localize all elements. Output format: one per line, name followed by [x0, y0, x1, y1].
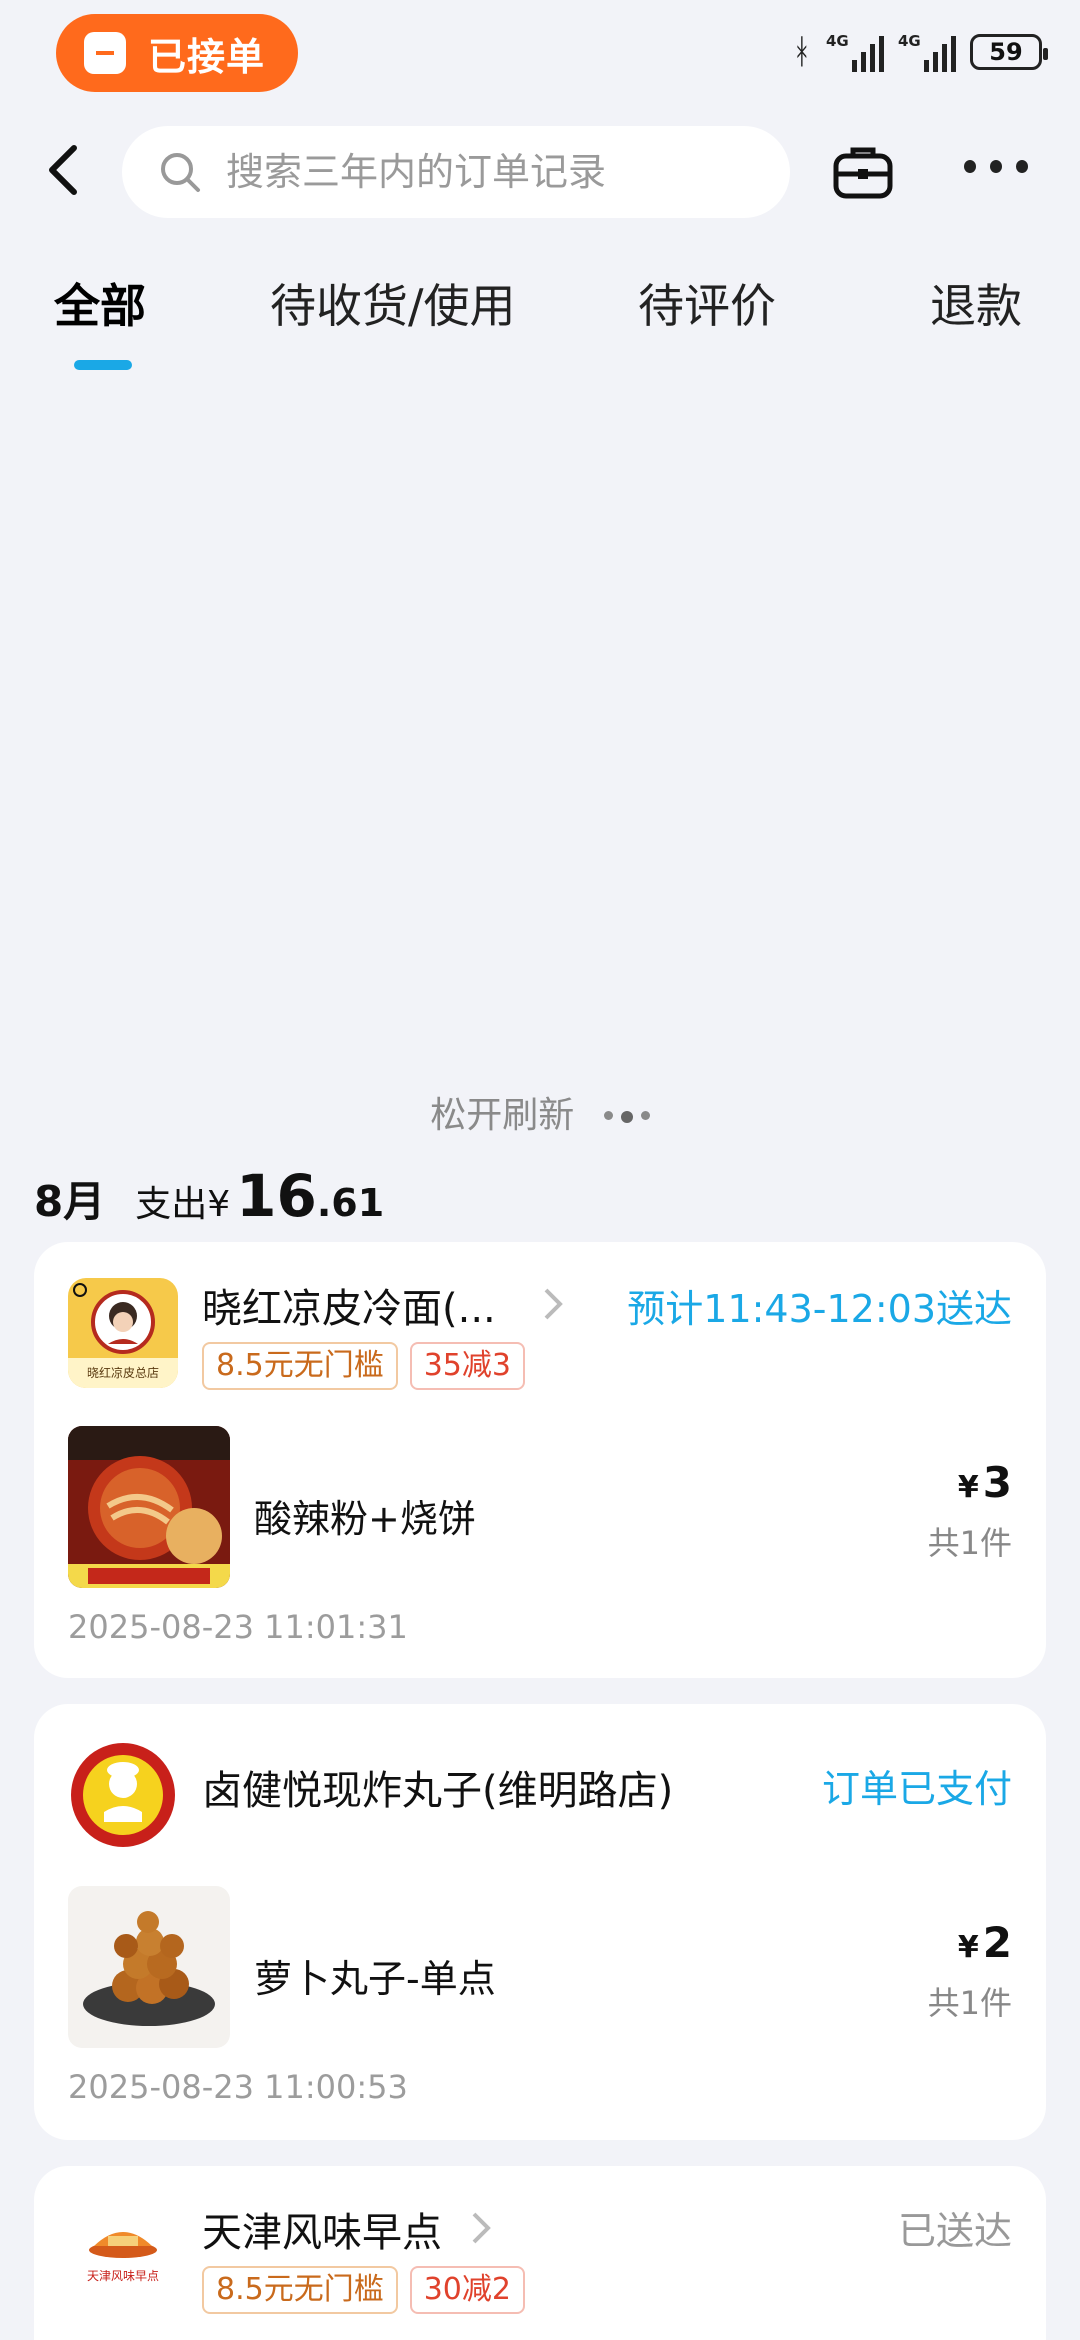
battery-icon: 59: [970, 34, 1048, 70]
spend-amount-integer: 16: [236, 1162, 317, 1230]
loading-dots-icon: [603, 1111, 650, 1123]
store-name[interactable]: 天津风味早点: [202, 2200, 442, 2258]
coupon-tags: 8.5元无门槛 35减3: [202, 1342, 525, 1390]
item-quantity: 共1件: [927, 1524, 1012, 1562]
chevron-right-icon: [472, 2212, 491, 2244]
spend-amount-decimal: .61: [316, 1181, 385, 1225]
order-received-pill[interactable]: 已接单: [56, 14, 298, 92]
coupon-tag: 8.5元无门槛: [202, 2266, 398, 2314]
month-summary: 8月 支出¥ 16 .61: [34, 1162, 384, 1230]
search-input[interactable]: [226, 150, 746, 194]
status-bar: 已接单 ᚼ 4G 4G 59: [0, 0, 1080, 110]
search-icon: [161, 153, 200, 192]
more-dot-icon: [1016, 160, 1028, 173]
order-card[interactable]: 晓红凉皮总店 晓红凉皮冷面(... 预计11:43-12:03送达 8.5元无门…: [34, 1242, 1046, 1678]
item-name: 酸辣粉+烧饼: [254, 1497, 476, 1541]
item-image: [68, 1426, 230, 1588]
store-logo: [68, 1740, 178, 1850]
signal-icon: 4G: [898, 32, 956, 72]
system-icons: ᚼ 4G 4G 59: [791, 32, 1048, 72]
item-quantity: 共1件: [927, 1984, 1012, 2022]
order-time: 2025-08-23 11:00:53: [68, 2068, 408, 2106]
search-bar[interactable]: [122, 126, 790, 218]
refresh-label: 松开刷新: [430, 1095, 575, 1136]
item-image: [68, 1886, 230, 2048]
back-arrow-icon: [49, 145, 77, 195]
tab-pending-receipt[interactable]: 待收货/使用: [270, 270, 516, 336]
svg-text:晓红凉皮总店: 晓红凉皮总店: [87, 1365, 159, 1380]
delivery-status: 已送达: [897, 2209, 1012, 2253]
store-name[interactable]: 晓红凉皮冷面(...: [202, 1276, 496, 1334]
store-logo: 天津风味早点: [68, 2200, 178, 2310]
delivery-status: 预计11:43-12:03送达: [627, 1287, 1012, 1331]
briefcase-icon: [833, 147, 893, 199]
tab-all[interactable]: 全部: [54, 270, 146, 336]
pill-label: 已接单: [148, 34, 266, 79]
store-logo: 晓红凉皮总店: [68, 1278, 178, 1388]
toolbox-button[interactable]: [830, 140, 896, 206]
app-icon: [84, 32, 126, 74]
chevron-right-icon: [544, 1288, 563, 1320]
signal-icon: 4G: [826, 32, 884, 72]
order-tabs: 全部 待收货/使用 待评价 退款: [0, 270, 1080, 370]
more-dot-icon: [964, 160, 976, 173]
item-price: ¥3: [957, 1458, 1012, 1507]
tab-refund[interactable]: 退款: [930, 270, 1022, 336]
discount-tag: 35减3: [409, 1342, 525, 1390]
month-label: 8月: [34, 1177, 106, 1226]
bluetooth-icon: ᚼ: [791, 32, 812, 72]
svg-text:天津风味早点: 天津风味早点: [87, 2269, 159, 2283]
item-price: ¥2: [957, 1918, 1012, 1967]
back-button[interactable]: [40, 140, 90, 200]
order-card[interactable]: 天津风味早点 天津风味早点 已送达 8.5元无门槛 30减2: [34, 2166, 1046, 2340]
discount-tag: 30减2: [409, 2266, 525, 2314]
active-tab-indicator: [74, 360, 132, 370]
more-dot-icon: [990, 160, 1002, 173]
coupon-tags: 8.5元无门槛 30减2: [202, 2266, 525, 2314]
order-card[interactable]: 卤健悦现炸丸子(维明路店) 订单已支付 萝卜丸子-单点 ¥2 共1件 2025-…: [34, 1704, 1046, 2140]
pull-to-refresh: 松开刷新: [0, 1086, 1080, 1138]
payment-status: 订单已支付: [821, 1767, 1012, 1811]
spend-label: 支出¥: [135, 1184, 231, 1225]
tab-pending-review[interactable]: 待评价: [638, 270, 776, 336]
more-button[interactable]: [964, 160, 1028, 184]
item-name: 萝卜丸子-单点: [254, 1957, 496, 2001]
coupon-tag: 8.5元无门槛: [202, 1342, 398, 1390]
store-name[interactable]: 卤健悦现炸丸子(维明路店): [202, 1758, 673, 1816]
order-time: 2025-08-23 11:01:31: [68, 1608, 408, 1646]
